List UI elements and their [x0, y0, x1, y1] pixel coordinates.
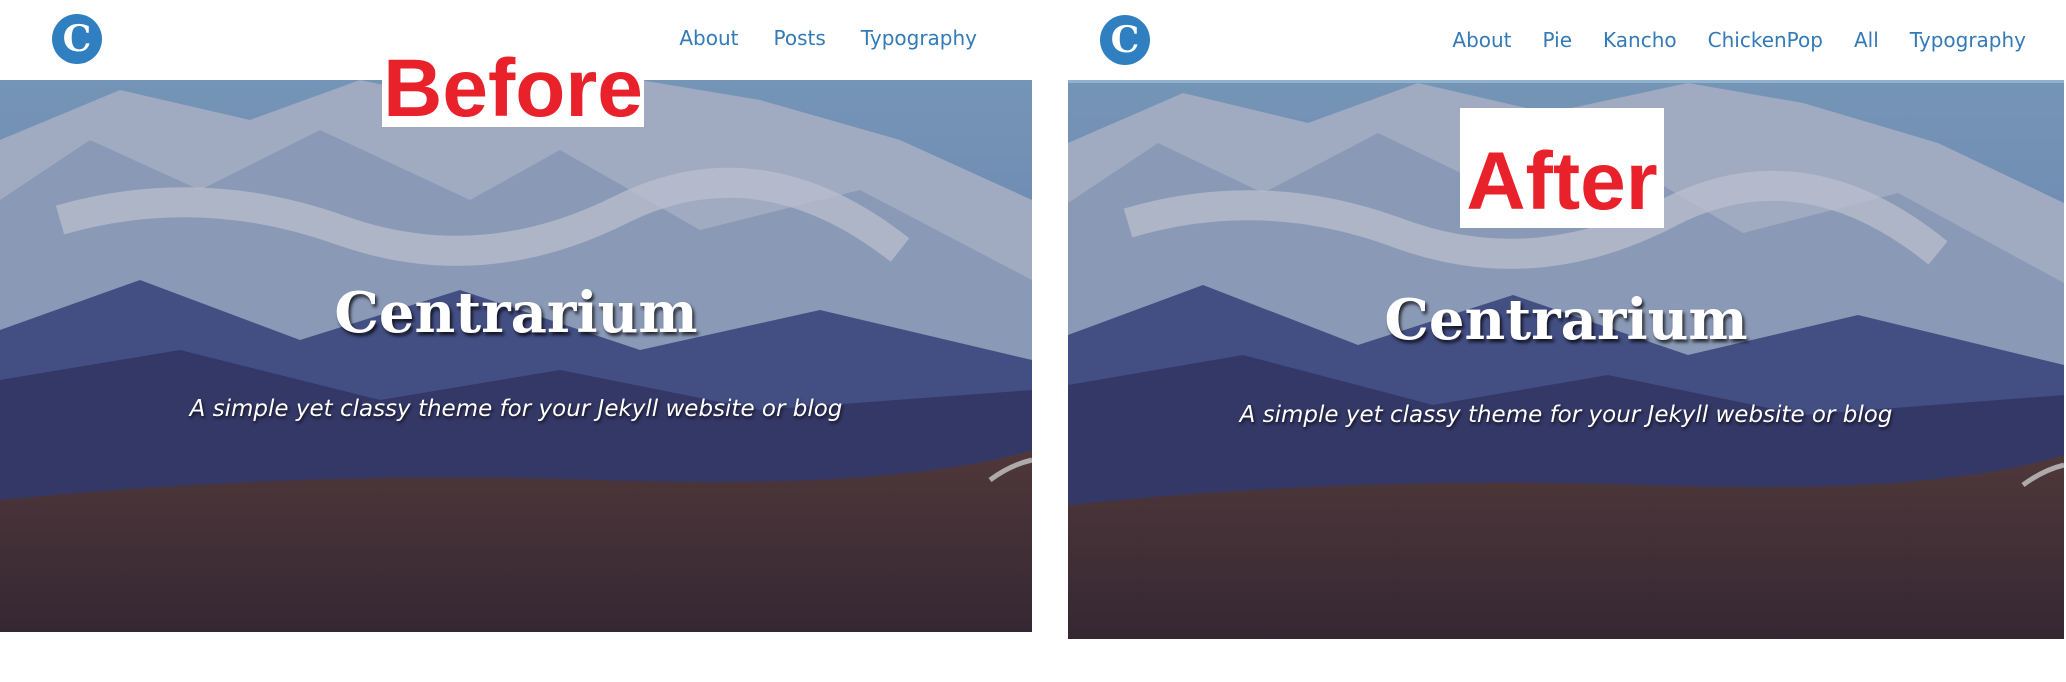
nav-link-pie[interactable]: Pie	[1543, 28, 1572, 52]
logo-letter: C	[62, 18, 92, 60]
site-header: C About Pie Kancho ChickenPop All Typogr…	[1068, 0, 2064, 80]
hero-subtitle: A simple yet classy theme for your Jekyl…	[1239, 402, 1893, 428]
after-screenshot: C About Pie Kancho ChickenPop All Typogr…	[1068, 0, 2064, 639]
hero-title: Centrarium	[1384, 287, 1748, 353]
hero-subtitle: A simple yet classy theme for your Jekyl…	[189, 396, 843, 422]
before-label: Before	[382, 43, 644, 134]
nav-link-about[interactable]: About	[1452, 28, 1511, 52]
nav-link-posts[interactable]: Posts	[773, 26, 825, 50]
nav-link-typography[interactable]: Typography	[1910, 28, 2026, 52]
mountain-background-image	[0, 80, 1032, 632]
nav-link-about[interactable]: About	[679, 26, 738, 50]
logo-letter: C	[1110, 19, 1140, 61]
nav-menu: About Posts Typography	[644, 0, 977, 78]
site-logo[interactable]: C	[52, 14, 102, 64]
hero-banner: Centrarium A simple yet classy theme for…	[0, 80, 1032, 632]
nav-link-chickenpop[interactable]: ChickenPop	[1708, 28, 1823, 52]
hero-title: Centrarium	[334, 280, 698, 346]
nav-link-typography[interactable]: Typography	[861, 26, 977, 50]
nav-link-kancho[interactable]: Kancho	[1603, 28, 1677, 52]
nav-link-all[interactable]: All	[1854, 28, 1879, 52]
nav-menu: About Pie Kancho ChickenPop All Typograp…	[1421, 0, 2026, 80]
after-label: After	[1460, 108, 1664, 228]
site-logo[interactable]: C	[1100, 15, 1150, 65]
